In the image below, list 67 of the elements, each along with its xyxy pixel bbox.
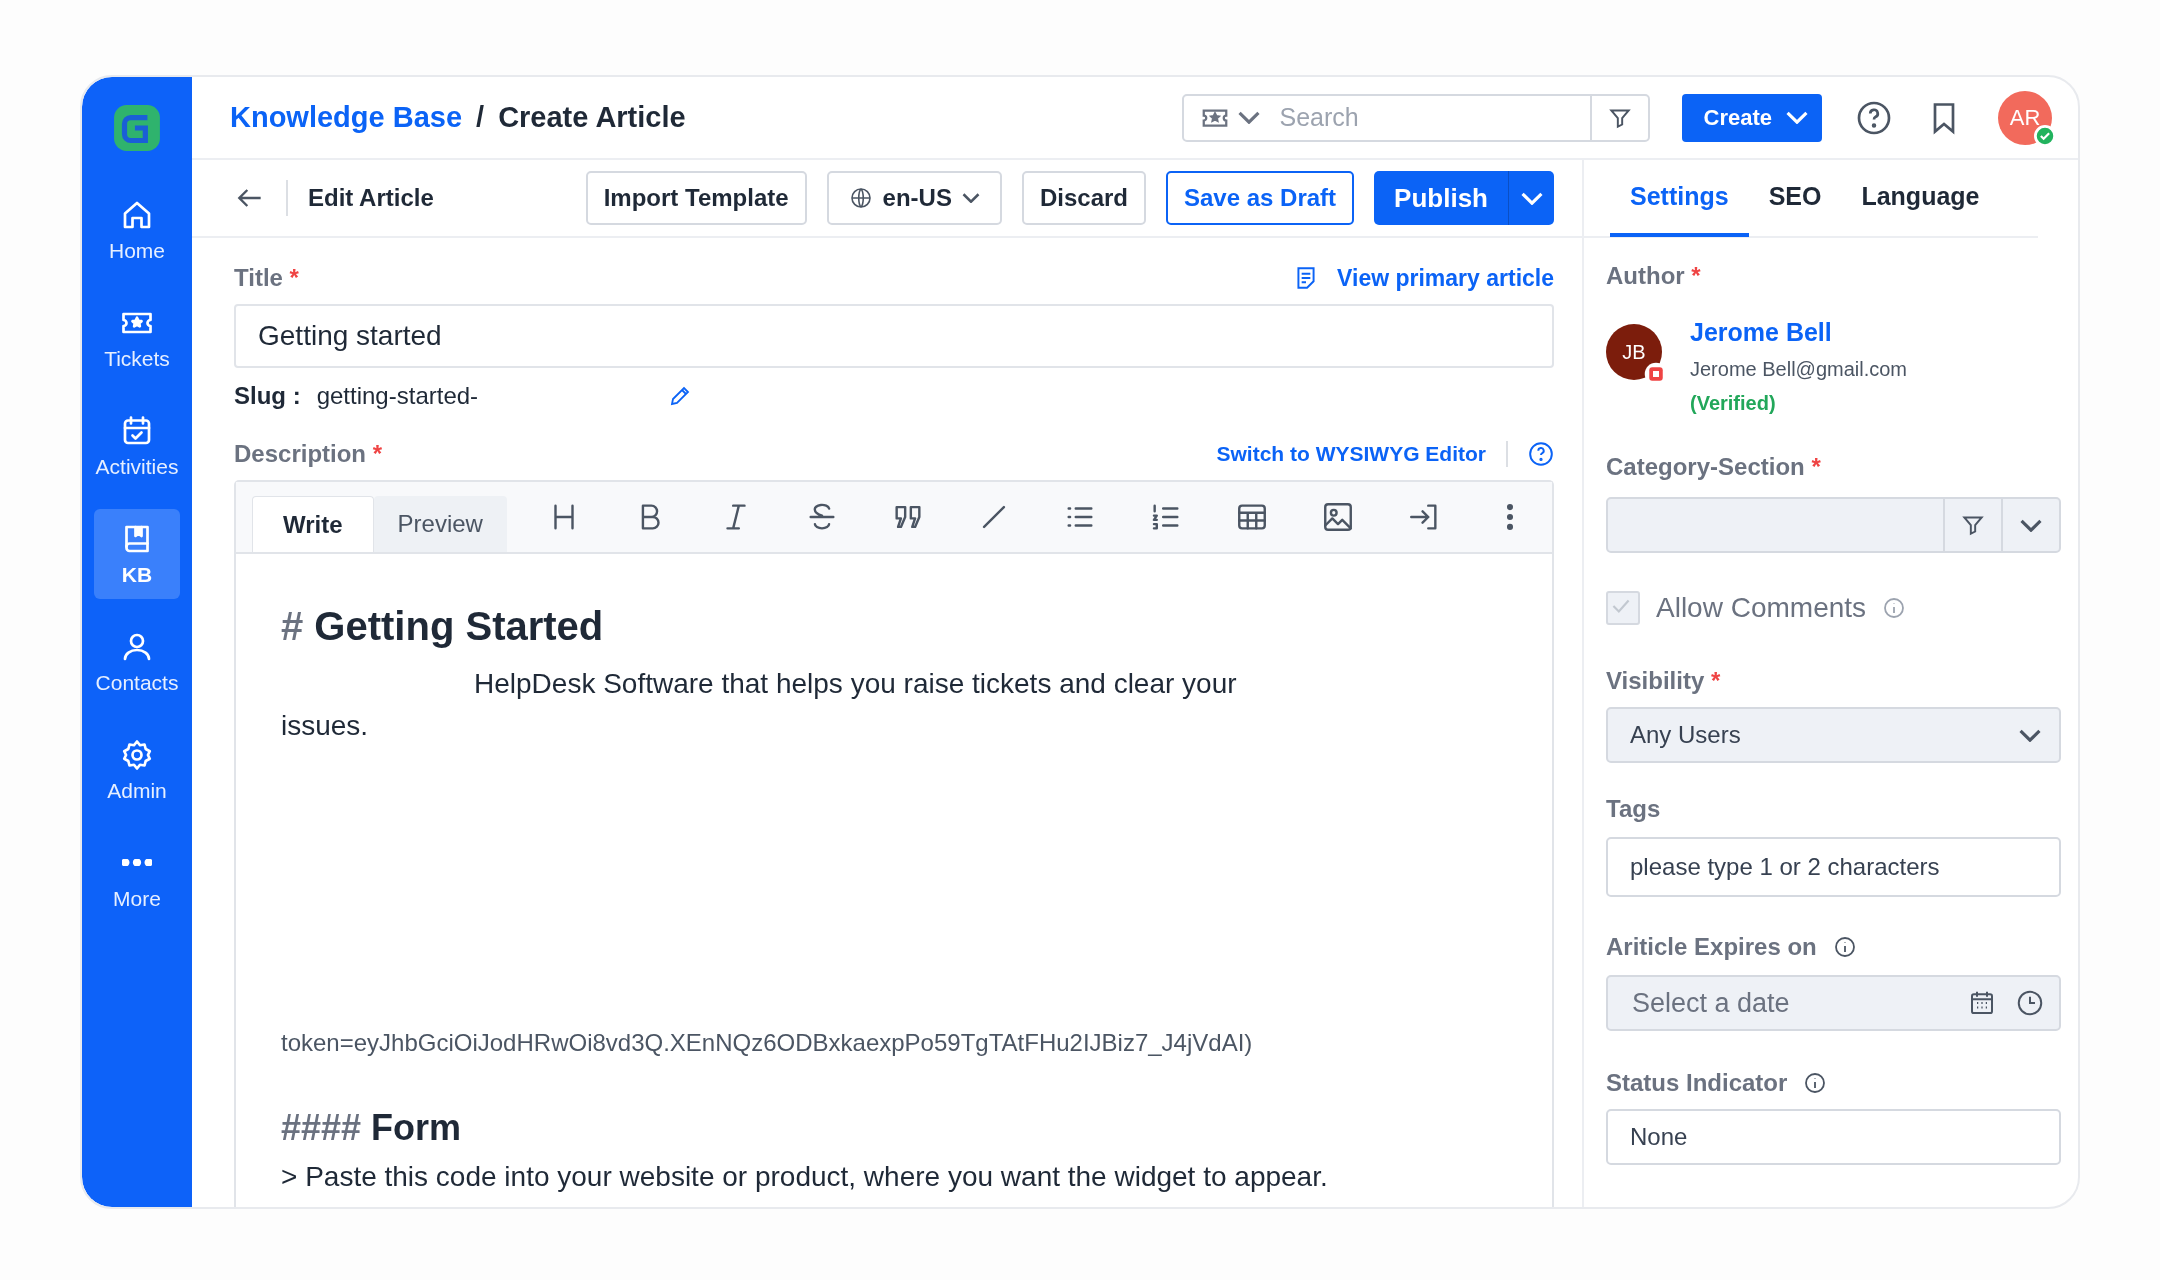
more-icon <box>122 859 152 866</box>
panel-tab[interactable]: Settings <box>1610 159 1749 237</box>
globe-icon <box>848 186 873 210</box>
search-bar[interactable]: Search <box>1181 93 1650 142</box>
checkbox[interactable] <box>1606 591 1640 625</box>
author-name[interactable]: Jerome Bell <box>1690 318 1908 347</box>
chevron-down-icon <box>2019 728 2041 742</box>
create-button[interactable]: Create <box>1681 93 1822 142</box>
sidebar-item[interactable]: More <box>94 833 180 923</box>
markdown-quote: > Paste this code into your website or product, where you want the widget to appear. <box>281 1161 1329 1193</box>
help-icon[interactable] <box>1856 99 1892 136</box>
language-select[interactable]: en-US <box>826 171 1002 225</box>
import-template-button[interactable]: Import Template <box>585 171 807 225</box>
field-label: Tags <box>1606 795 1662 823</box>
field-label: Visibility * <box>1606 667 1722 695</box>
markdown-heading: #### Form <box>281 1107 463 1149</box>
sidebar-item[interactable]: Activities <box>94 401 180 491</box>
info-icon <box>1803 1071 1828 1095</box>
panel-tab[interactable]: SEO <box>1748 159 1842 237</box>
page-title: Create Article <box>498 101 686 134</box>
toolbar-title: Edit Article <box>308 184 434 212</box>
discard-button[interactable]: Discard <box>1021 171 1146 225</box>
author-email: Jerome Bell@gmail.com <box>1690 358 1908 381</box>
field-label: Ariticle Expires on <box>1606 933 1817 961</box>
verified-status: (Verified) <box>1690 392 1777 415</box>
editor-tab[interactable]: Preview <box>373 496 507 552</box>
chevron-down-icon <box>1786 111 1808 124</box>
markdown-heading: # Getting Started <box>281 604 605 649</box>
view-primary-article-link[interactable]: View primary article <box>1293 264 1554 292</box>
field-label: Status Indicator <box>1606 1069 1788 1097</box>
info-icon <box>1882 596 1907 620</box>
markdown-link-text: token=eyJhbGciOiJodHRwOi8vd3Q.XEnNQz6ODBxkaexpPo59TgTAtFHu2IJBiz7_J4jVdAI) <box>281 1029 1254 1057</box>
visibility-select[interactable]: Any Users <box>1606 707 2061 763</box>
checkbox-label: Allow Comments <box>1656 592 1867 624</box>
panel-tab[interactable]: Language <box>1841 159 2000 237</box>
clock-icon <box>2015 988 2045 1018</box>
slug-value: getting-started- <box>316 382 479 410</box>
info-icon <box>1832 935 1857 959</box>
title-field[interactable]: Getting started <box>234 304 1554 368</box>
date-field[interactable]: Select a date <box>1630 986 1949 1020</box>
field-label: Title * <box>234 264 299 292</box>
chevron-down-icon <box>1520 191 1543 205</box>
chevron-down-icon <box>2020 518 2042 532</box>
date-picker[interactable]: Select a date <box>1606 975 2061 1031</box>
logo-icon <box>112 103 162 153</box>
field-label: Category-Section * <box>1606 453 1822 481</box>
markdown-paragraph: HelpDesk Software that helps you raise tickets and clear your issues. <box>281 667 1238 743</box>
publish-menu-button[interactable] <box>1508 171 1554 225</box>
status-select[interactable]: None <box>1606 1109 2061 1165</box>
save-draft-button[interactable]: Save as Draft <box>1166 171 1355 225</box>
sidebar-item[interactable]: KB <box>94 509 180 599</box>
field-label: Description * <box>234 440 383 468</box>
sidebar-item[interactable]: Home <box>94 185 180 275</box>
chevron-down-icon[interactable] <box>1237 111 1260 124</box>
chevron-down-icon <box>961 193 980 203</box>
editor-tab[interactable]: Write <box>252 496 374 552</box>
sidebar-item[interactable]: Admin <box>94 725 180 815</box>
sidebar-item[interactable]: Contacts <box>94 617 180 707</box>
tags-field[interactable]: please type 1 or 2 characters <box>1606 837 2061 897</box>
switch-editor-link[interactable]: Switch to WYSIWYG Editor <box>1216 442 1486 466</box>
breadcrumb-separator: / <box>476 101 485 134</box>
breadcrumb-link[interactable]: Knowledge Base <box>230 101 463 134</box>
publish-button[interactable]: Publish <box>1374 171 1508 225</box>
help-icon[interactable] <box>1528 441 1554 467</box>
field-label: Author * <box>1606 262 1702 290</box>
slug-label: Slug : <box>234 382 301 410</box>
sidebar-item[interactable]: Tickets <box>94 293 180 383</box>
